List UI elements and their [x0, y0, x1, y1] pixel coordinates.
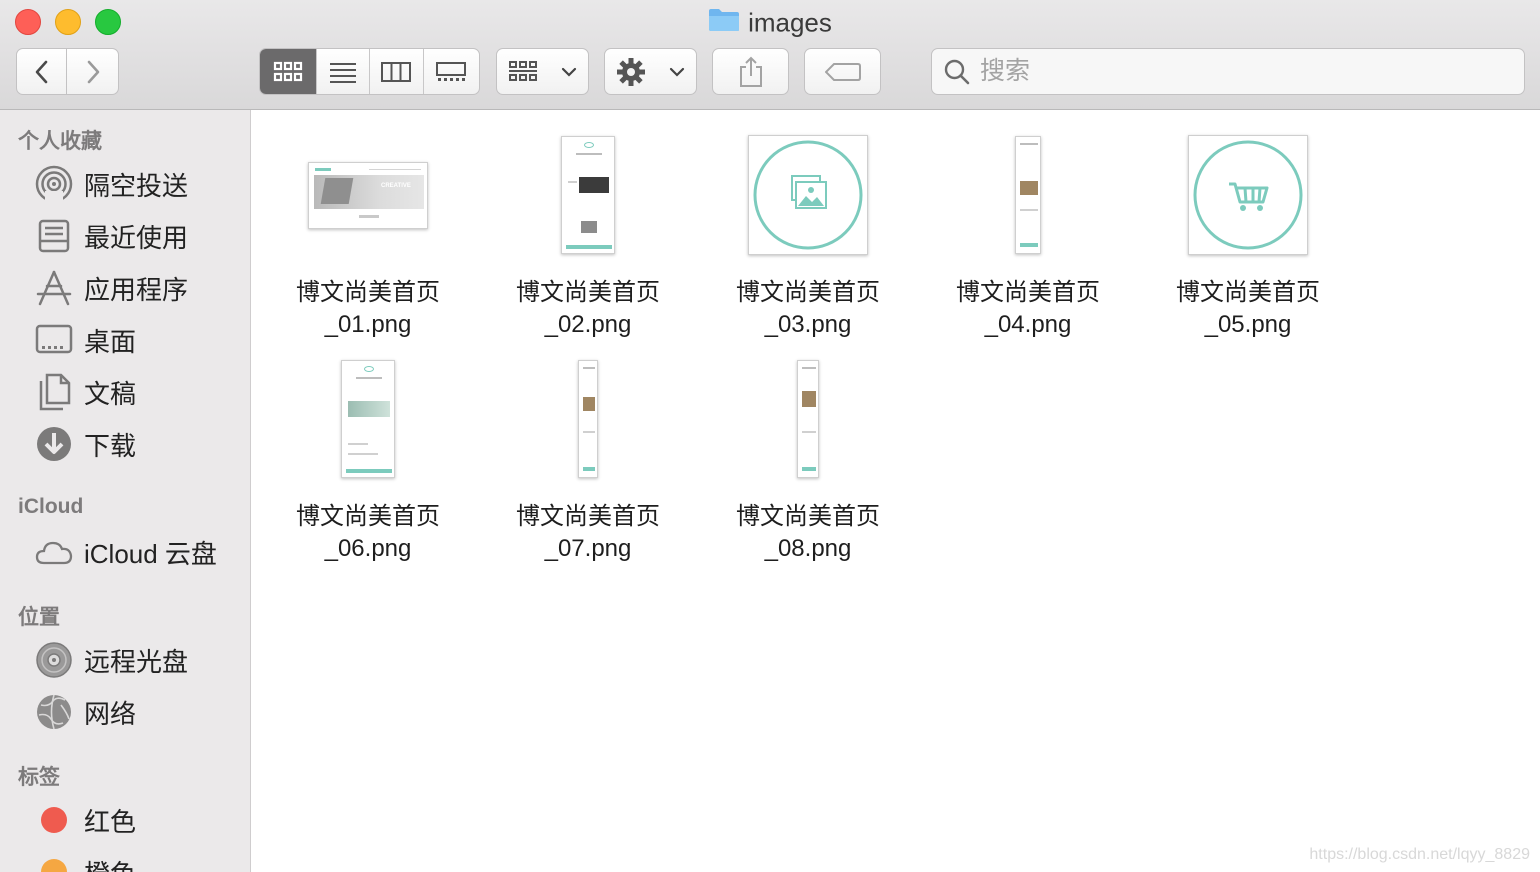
file-item[interactable]: 博文尚美首页 _07.png	[478, 349, 698, 569]
icon-view-icon	[274, 61, 303, 81]
sidebar-item-applications[interactable]: 应用程序	[34, 266, 188, 310]
locations-header: 位置	[18, 606, 60, 629]
search-icon	[944, 59, 970, 84]
orange-tag-icon	[34, 852, 74, 872]
file-item[interactable]: CREATIVE 博文尚美首页 _01.png	[258, 125, 478, 345]
icloud-header: iCloud	[18, 495, 84, 518]
gallery-view-icon	[436, 61, 467, 81]
window-toolbar: images	[0, 0, 1540, 110]
file-thumbnail	[478, 125, 698, 265]
file-item[interactable]: 博文尚美首页 _08.png	[698, 349, 918, 569]
documents-icon	[34, 372, 74, 412]
file-thumbnail: CREATIVE	[258, 125, 478, 265]
sidebar-item-label: 远程光盘	[84, 646, 189, 677]
sidebar-item-label: 文稿	[84, 378, 137, 409]
share-icon	[739, 56, 762, 87]
sidebar-item-tag-red[interactable]: 红色	[34, 798, 136, 842]
folder-icon	[708, 8, 740, 39]
file-name: 博文尚美首页 _02.png	[516, 279, 660, 338]
file-name: 博文尚美首页 _01.png	[296, 279, 440, 338]
file-thumbnail	[698, 349, 918, 489]
chevron-left-icon	[35, 60, 47, 83]
sidebar: 个人收藏 隔空投送 最近使用 应用程序 桌面 文稿 下载 iCloud iClo…	[0, 110, 251, 872]
sidebar-item-documents[interactable]: 文稿	[34, 370, 136, 414]
sidebar-item-label: 桌面	[84, 326, 137, 357]
back-button[interactable]	[16, 48, 67, 95]
chevron-right-icon	[87, 60, 99, 83]
search-input[interactable]	[980, 57, 1480, 86]
sidebar-item-desktop[interactable]: 桌面	[34, 318, 136, 362]
file-name: 博文尚美首页 _04.png	[956, 279, 1100, 338]
sidebar-item-network[interactable]: 网络	[34, 690, 136, 734]
action-menu-button[interactable]	[604, 48, 697, 95]
sidebar-item-label: 最近使用	[84, 222, 189, 253]
file-thumbnail	[258, 349, 478, 489]
desktop-icon	[34, 320, 74, 360]
sidebar-item-downloads[interactable]: 下载	[34, 422, 136, 466]
chevron-down-icon	[669, 67, 684, 77]
sidebar-item-icloud-drive[interactable]: iCloud 云盘	[34, 530, 217, 574]
red-tag-icon	[34, 800, 74, 840]
file-item[interactable]: 博文尚美首页 _04.png	[918, 125, 1138, 345]
sidebar-item-recents[interactable]: 最近使用	[34, 214, 188, 258]
sidebar-item-label: iCloud 云盘	[84, 538, 217, 569]
forward-button[interactable]	[67, 48, 119, 95]
list-view-icon	[330, 62, 357, 83]
sidebar-item-label: 隔空投送	[84, 170, 189, 201]
airdrop-icon	[34, 164, 74, 204]
sidebar-item-tag-orange[interactable]: 橙色	[34, 850, 136, 872]
tag-icon	[824, 62, 861, 81]
sidebar-item-airdrop[interactable]: 隔空投送	[34, 162, 188, 206]
file-item[interactable]: 博文尚美首页 _06.png	[258, 349, 478, 569]
network-icon	[34, 692, 74, 732]
column-view-button[interactable]	[370, 49, 424, 94]
column-view-icon	[381, 61, 412, 82]
gallery-view-button[interactable]	[424, 49, 479, 94]
gear-icon	[617, 57, 646, 86]
applications-icon	[34, 268, 74, 308]
sidebar-item-label: 网络	[84, 698, 137, 729]
window-title: images	[748, 7, 832, 38]
group-by-button[interactable]	[496, 48, 589, 95]
sidebar-item-label: 应用程序	[84, 274, 189, 305]
file-name: 博文尚美首页 _06.png	[296, 503, 440, 562]
file-name: 博文尚美首页 _08.png	[736, 503, 880, 562]
file-name: 博文尚美首页 _07.png	[516, 503, 660, 562]
disc-icon	[34, 640, 74, 680]
file-thumbnail	[918, 125, 1138, 265]
edit-tags-button[interactable]	[804, 48, 881, 95]
shopping-cart-icon	[1193, 140, 1303, 250]
sidebar-item-label: 红色	[84, 806, 137, 837]
file-item[interactable]: 博文尚美首页 _02.png	[478, 125, 698, 345]
file-name: 博文尚美首页 _05.png	[1176, 279, 1320, 338]
cloud-icon	[34, 532, 74, 572]
image-stack-icon	[753, 140, 863, 250]
file-thumbnail	[1138, 125, 1358, 265]
file-item[interactable]: 博文尚美首页 _05.png	[1138, 125, 1358, 345]
thumb-caption: CREATIVE	[381, 182, 411, 189]
view-mode-control	[259, 48, 480, 95]
group-icon	[509, 60, 538, 81]
window-title-area: images	[0, 6, 1540, 39]
file-thumbnail	[698, 125, 918, 265]
chevron-down-icon	[561, 67, 576, 77]
file-thumbnail	[478, 349, 698, 489]
share-button[interactable]	[712, 48, 789, 95]
tags-header: 标签	[18, 766, 60, 789]
sidebar-item-label: 下载	[84, 430, 137, 461]
sidebar-item-remote-disc[interactable]: 远程光盘	[34, 638, 188, 682]
file-item[interactable]: 博文尚美首页 _03.png	[698, 125, 918, 345]
search-field[interactable]	[931, 48, 1525, 95]
icon-view-button[interactable]	[260, 49, 318, 94]
watermark: https://blog.csdn.net/lqyy_8829	[1309, 846, 1530, 863]
sidebar-item-label: 橙色	[84, 854, 136, 872]
file-name: 博文尚美首页 _03.png	[736, 279, 880, 338]
recents-icon	[34, 216, 74, 256]
file-browser-area: CREATIVE 博文尚美首页 _01.png 博文尚美首页 _02.png 博…	[252, 110, 1540, 872]
favorites-header: 个人收藏	[18, 130, 102, 153]
list-view-button[interactable]	[317, 49, 370, 94]
downloads-icon	[34, 424, 74, 464]
